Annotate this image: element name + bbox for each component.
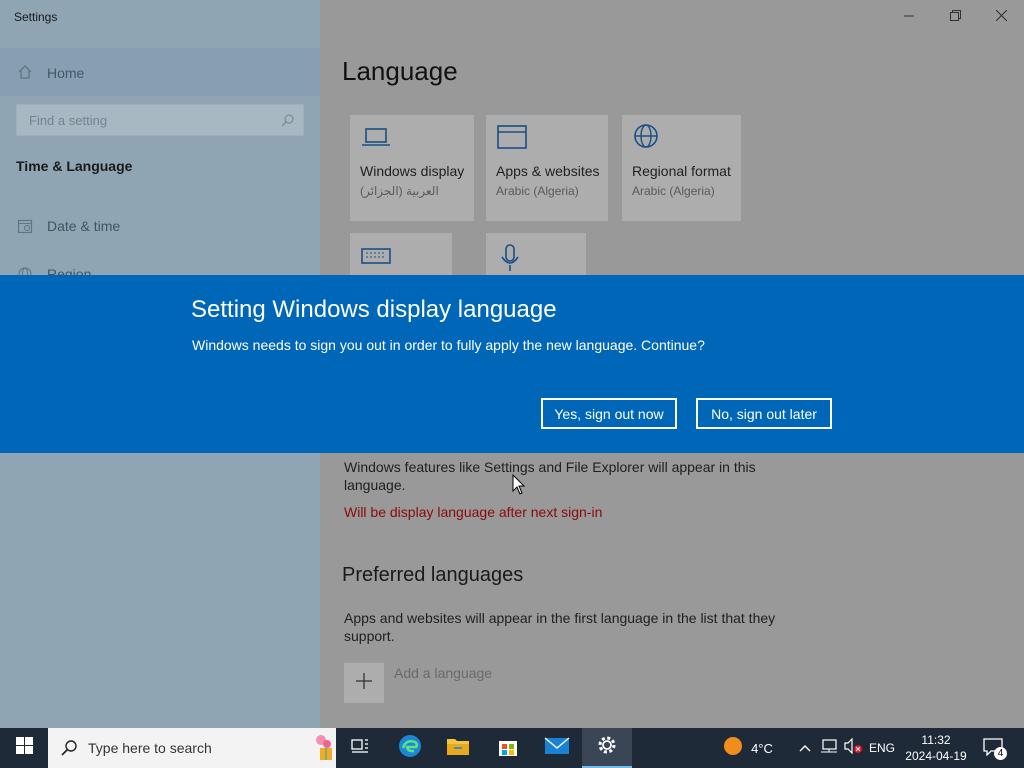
sidebar-item-label: Home bbox=[47, 65, 85, 81]
weather-widget[interactable]: 4°C bbox=[716, 728, 780, 768]
volume-muted-icon bbox=[843, 737, 863, 759]
task-view-button[interactable] bbox=[336, 728, 384, 768]
tile-subtitle: Arabic (Algeria) bbox=[496, 184, 579, 198]
add-language-button[interactable] bbox=[344, 663, 384, 703]
tile-windows-display[interactable]: Windows display العربية (الجزائر) bbox=[350, 115, 474, 221]
store-icon bbox=[496, 734, 520, 763]
sign-out-later-button[interactable]: No, sign out later bbox=[696, 398, 832, 429]
notification-count-badge: 4 bbox=[994, 747, 1007, 760]
file-explorer-button[interactable] bbox=[434, 728, 482, 768]
flowers-gift-icon bbox=[316, 732, 332, 768]
edge-icon bbox=[398, 734, 422, 763]
find-setting-input[interactable]: Find a setting bbox=[16, 104, 304, 136]
dialog-title: Setting Windows display language bbox=[191, 296, 557, 323]
display-language-description: Windows features like Settings and File … bbox=[344, 459, 756, 493]
dialog-message: Windows needs to sign you out in order t… bbox=[192, 337, 705, 353]
tile-subtitle: Arabic (Algeria) bbox=[632, 184, 715, 198]
search-icon bbox=[60, 739, 78, 762]
tile-title: Apps & websites bbox=[496, 163, 600, 179]
globe-icon bbox=[632, 123, 664, 156]
tile-keyboard[interactable] bbox=[350, 233, 452, 275]
window-icon bbox=[496, 123, 528, 156]
sign-out-now-button[interactable]: Yes, sign out now bbox=[541, 398, 677, 429]
task-view-icon bbox=[350, 737, 370, 760]
taskbar-search-placeholder: Type here to search bbox=[88, 740, 212, 756]
add-language-label[interactable]: Add a language bbox=[394, 665, 492, 681]
mouse-cursor-icon bbox=[512, 473, 526, 501]
input-language-indicator[interactable]: ENG bbox=[866, 728, 898, 768]
sidebar-item-label: Date & time bbox=[47, 218, 121, 234]
date-time-icon bbox=[17, 218, 33, 239]
volume-button[interactable] bbox=[842, 728, 864, 768]
tile-apps-websites[interactable]: Apps & websites Arabic (Algeria) bbox=[486, 115, 608, 221]
minimize-button[interactable] bbox=[886, 4, 932, 30]
taskbar-search-box[interactable]: Type here to search bbox=[48, 728, 336, 768]
tile-subtitle: العربية (الجزائر) bbox=[360, 184, 439, 198]
preferred-languages-title: Preferred languages bbox=[342, 564, 524, 586]
notification-icon: 4 bbox=[983, 738, 1007, 760]
tile-speech[interactable] bbox=[486, 233, 586, 275]
tile-title: Windows display bbox=[360, 163, 465, 179]
chevron-up-icon bbox=[799, 739, 811, 757]
notification-center-button[interactable]: 4 bbox=[976, 728, 1012, 768]
gear-icon bbox=[596, 734, 618, 761]
settings-app-button[interactable] bbox=[582, 728, 632, 768]
keyboard-icon bbox=[360, 241, 392, 274]
close-icon bbox=[995, 8, 1007, 26]
mail-icon bbox=[544, 736, 570, 761]
minimize-icon bbox=[904, 8, 914, 26]
tile-title: Regional format bbox=[632, 163, 731, 179]
taskbar: Type here to search 4°C ENG 11:32 2024-0… bbox=[0, 728, 1024, 768]
window-title: Settings bbox=[14, 10, 58, 24]
search-icon bbox=[281, 113, 295, 132]
windows-logo-icon bbox=[15, 737, 33, 759]
display-language-note: Will be display language after next sign… bbox=[344, 504, 603, 520]
restore-button[interactable] bbox=[932, 4, 978, 30]
sidebar-item-date-time[interactable]: Date & time bbox=[0, 206, 320, 246]
weather-temperature: 4°C bbox=[751, 740, 773, 756]
close-button[interactable] bbox=[978, 4, 1024, 30]
clock-time: 11:32 bbox=[921, 733, 951, 747]
show-hidden-icons-button[interactable] bbox=[794, 728, 816, 768]
edge-button[interactable] bbox=[386, 728, 434, 768]
microphone-icon bbox=[496, 241, 528, 278]
laptop-icon bbox=[360, 123, 392, 156]
preferred-languages-description: Apps and websites will appear in the fir… bbox=[344, 610, 776, 644]
sign-out-dialog: Setting Windows display language Windows… bbox=[0, 275, 1024, 453]
restore-icon bbox=[949, 8, 961, 26]
section-title: Time & Language bbox=[16, 158, 133, 174]
store-button[interactable] bbox=[484, 728, 532, 768]
clock-date: 2024-04-19 bbox=[905, 749, 967, 763]
network-button[interactable] bbox=[818, 728, 840, 768]
tile-regional-format[interactable]: Regional format Arabic (Algeria) bbox=[622, 115, 741, 221]
clock[interactable]: 11:32 2024-04-19 bbox=[900, 728, 972, 768]
sidebar-item-home[interactable]: Home bbox=[0, 48, 320, 96]
plus-icon bbox=[355, 672, 373, 695]
mail-button[interactable] bbox=[532, 728, 582, 768]
folder-icon bbox=[446, 736, 470, 761]
page-title: Language bbox=[342, 56, 458, 86]
start-button[interactable] bbox=[0, 728, 48, 768]
network-icon bbox=[820, 738, 838, 759]
search-placeholder: Find a setting bbox=[29, 113, 108, 128]
sun-icon bbox=[723, 736, 743, 761]
home-icon bbox=[17, 64, 33, 85]
